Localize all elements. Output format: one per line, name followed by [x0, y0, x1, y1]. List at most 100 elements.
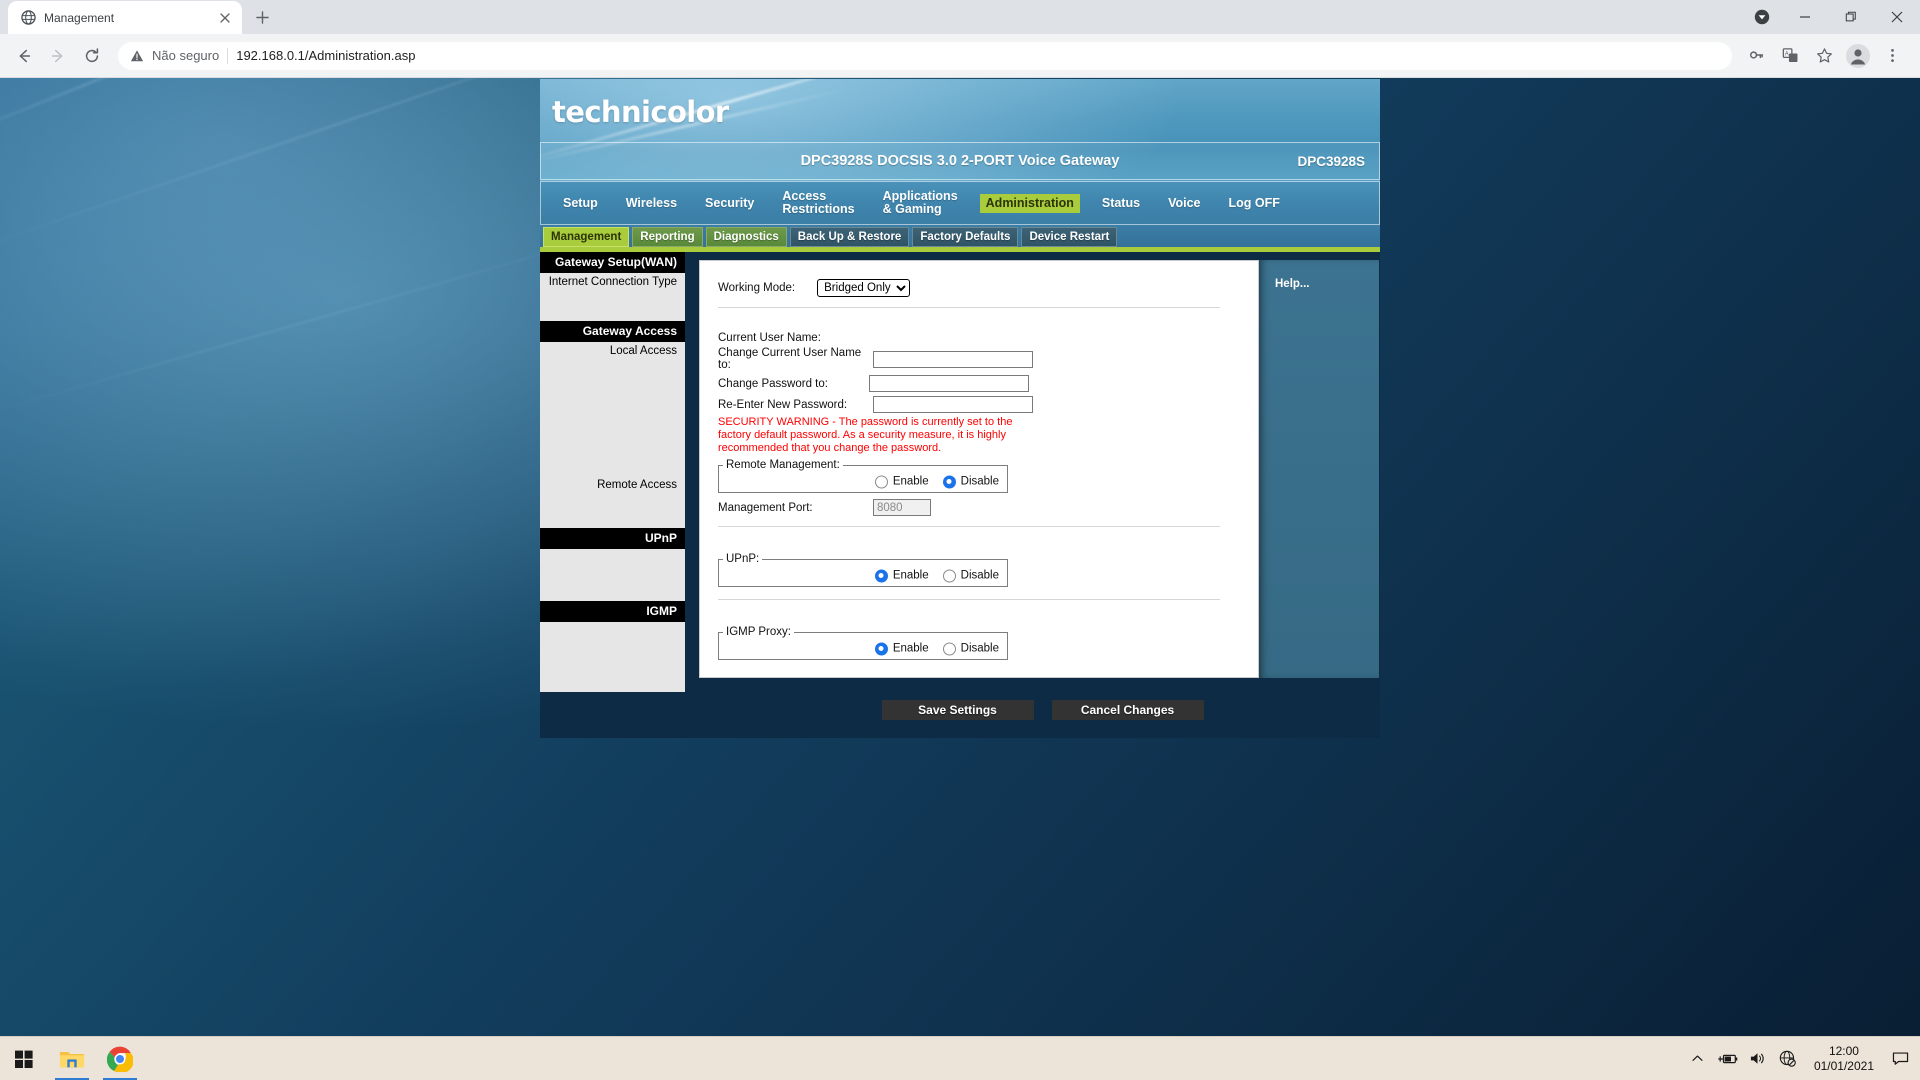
upnp-fieldset: UPnP: Enable Disable — [718, 553, 1008, 587]
subtab-reporting[interactable]: Reporting — [632, 227, 703, 247]
nav-item-voice[interactable]: Voice — [1162, 194, 1206, 213]
radio-button[interactable] — [874, 475, 888, 488]
sidebar: Gateway Setup(WAN) Internet Connection T… — [540, 252, 685, 692]
reload-icon[interactable] — [76, 40, 108, 72]
router-body: Gateway Setup(WAN) Internet Connection T… — [540, 252, 1380, 692]
plus-icon[interactable] — [248, 3, 276, 31]
remote-management-enable-label: Enable — [892, 475, 929, 488]
sidebar-item-local-access[interactable]: Local Access — [540, 342, 685, 358]
nav-item-applications-gaming[interactable]: Applications & Gaming — [877, 187, 964, 219]
upnp-disable-label: Disable — [960, 569, 999, 582]
radio-button[interactable] — [874, 569, 888, 582]
browser-tab-title: Management — [44, 10, 115, 25]
network-offline-icon[interactable] — [1778, 1048, 1798, 1070]
subtab-factory-defaults[interactable]: Factory Defaults — [912, 227, 1019, 247]
arrow-right-icon — [42, 40, 74, 72]
radio-button[interactable] — [942, 569, 956, 582]
upnp-disable-option[interactable]: Disable — [942, 569, 999, 582]
star-icon[interactable] — [1808, 40, 1840, 72]
radio-button[interactable] — [942, 642, 956, 655]
minimize-button[interactable] — [1782, 0, 1828, 34]
igmp-enable-option[interactable]: Enable — [874, 642, 929, 655]
nav-item-administration[interactable]: Administration — [979, 193, 1080, 213]
radio-button[interactable] — [942, 475, 956, 488]
model-title: DPC3928S DOCSIS 3.0 2-PORT Voice Gateway — [800, 153, 1120, 169]
google-chrome-icon[interactable] — [96, 1037, 144, 1080]
help-link[interactable]: Help... — [1259, 260, 1379, 290]
management-port-input[interactable] — [873, 499, 931, 516]
sidebar-section-upnp: UPnP — [540, 528, 685, 549]
reenter-password-row: Re-Enter New Password: — [718, 396, 1258, 413]
nav-item-status[interactable]: Status — [1096, 194, 1146, 213]
sidebar-item-remote-access[interactable]: Remote Access — [540, 476, 685, 492]
upnp-enable-option[interactable]: Enable — [874, 569, 929, 582]
management-port-row: Management Port: — [718, 499, 1258, 516]
browser-tab[interactable]: Management — [8, 1, 242, 34]
close-button[interactable] — [1874, 0, 1920, 34]
toolbar-right-actions: A — [1740, 40, 1912, 72]
form-gap — [718, 600, 1258, 622]
url-text: 192.168.0.1/Administration.asp — [236, 48, 416, 63]
nav-item-setup[interactable]: Setup — [557, 194, 604, 213]
translate-icon[interactable]: A — [1774, 40, 1806, 72]
omnibox-divider — [227, 47, 229, 64]
current-user-name-label: Current User Name: — [718, 332, 821, 344]
remote-management-disable-label: Disable — [960, 475, 999, 488]
nav-item-log-off[interactable]: Log OFF — [1222, 194, 1285, 213]
page-viewport: technicolor DPC3928S DOCSIS 3.0 2-PORT V… — [0, 79, 1920, 1058]
main-nav-wrapper: Setup Wireless Security Access Restricti… — [540, 181, 1380, 225]
save-settings-button[interactable]: Save Settings — [881, 700, 1034, 720]
person-icon[interactable] — [1842, 40, 1874, 72]
help-panel: Help... — [1259, 260, 1379, 678]
sidebar-item-internet-connection-type[interactable]: Internet Connection Type — [540, 273, 685, 289]
radio-button[interactable] — [874, 642, 888, 655]
extension-badge-icon[interactable] — [1742, 0, 1782, 34]
change-password-input[interactable] — [869, 375, 1029, 392]
notification-icon[interactable] — [1890, 1048, 1910, 1070]
chevron-up-icon[interactable] — [1688, 1048, 1708, 1070]
current-user-name-row: Current User Name: — [718, 332, 1258, 344]
change-user-name-input[interactable] — [873, 350, 1033, 368]
address-bar[interactable]: Não seguro 192.168.0.1/Administration.as… — [118, 41, 1732, 70]
form-gap — [718, 308, 1258, 332]
key-icon[interactable] — [1740, 40, 1772, 72]
upnp-enable-label: Enable — [892, 569, 929, 582]
working-mode-select[interactable]: Bridged Only — [817, 279, 911, 297]
subtab-backup-restore[interactable]: Back Up & Restore — [789, 227, 910, 247]
upnp-legend: UPnP: — [726, 553, 760, 565]
nav-item-wireless[interactable]: Wireless — [620, 194, 683, 213]
windows-start-icon[interactable] — [0, 1037, 48, 1080]
chrome-browser-window: Management Não seguro 192.168.0.1/Admini… — [0, 0, 1920, 1058]
globe-icon — [20, 10, 36, 26]
form-actions: Save Settings Cancel Changes — [540, 692, 1380, 738]
subtab-diagnostics[interactable]: Diagnostics — [705, 227, 787, 247]
change-user-name-label: Change Current User Name to: — [718, 347, 862, 371]
arrow-left-icon[interactable] — [8, 40, 40, 72]
model-code: DPC3928S — [1297, 153, 1365, 169]
nav-item-access-restrictions[interactable]: Access Restrictions — [776, 187, 860, 219]
speaker-icon[interactable] — [1748, 1048, 1768, 1070]
model-banner: DPC3928S DOCSIS 3.0 2-PORT Voice Gateway… — [540, 142, 1380, 180]
igmp-disable-option[interactable]: Disable — [942, 642, 999, 655]
maximize-button[interactable] — [1828, 0, 1874, 34]
remote-management-legend: Remote Management: — [726, 459, 840, 471]
battery-charging-icon[interactable] — [1718, 1048, 1738, 1070]
reenter-password-input[interactable] — [873, 396, 1033, 413]
subtab-device-restart[interactable]: Device Restart — [1021, 227, 1118, 247]
taskbar-clock[interactable]: 12:00 01/01/2021 — [1808, 1044, 1880, 1074]
subtab-management[interactable]: Management — [543, 227, 630, 247]
window-controls — [1742, 0, 1920, 34]
igmp-radios: Enable Disable — [874, 642, 999, 655]
clock-date: 01/01/2021 — [1813, 1058, 1874, 1073]
nav-item-security[interactable]: Security — [699, 194, 760, 213]
browser-toolbar: Não seguro 192.168.0.1/Administration.as… — [0, 34, 1920, 78]
remote-management-enable-option[interactable]: Enable — [874, 475, 929, 488]
system-tray: 12:00 01/01/2021 — [1688, 1044, 1920, 1074]
close-icon[interactable] — [216, 9, 234, 27]
file-explorer-icon[interactable] — [48, 1037, 96, 1080]
router-admin-page: technicolor DPC3928S DOCSIS 3.0 2-PORT V… — [540, 79, 1380, 776]
remote-management-disable-option[interactable]: Disable — [942, 475, 999, 488]
cancel-changes-button[interactable]: Cancel Changes — [1051, 700, 1204, 720]
three-dot-menu-icon[interactable] — [1876, 40, 1908, 72]
